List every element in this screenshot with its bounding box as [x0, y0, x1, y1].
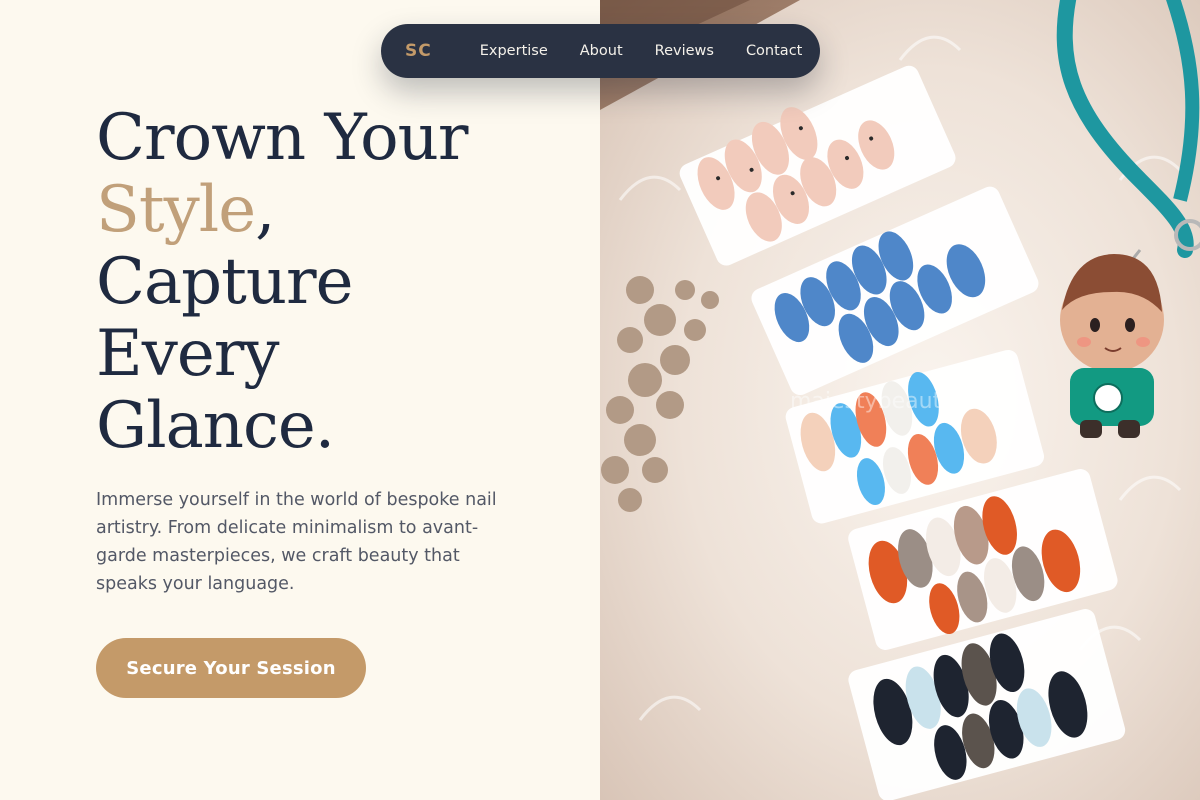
image-watermark: majestybeauty — [790, 389, 954, 414]
hero-headline: Crown Your Style, Capture Every Glance. — [96, 102, 576, 462]
hero-lead-paragraph: Immerse yourself in the world of bespoke… — [96, 490, 497, 594]
secure-session-button[interactable]: Secure Your Session — [96, 638, 366, 698]
nav-link-contact[interactable]: Contact — [746, 43, 802, 59]
keychain-figure — [1060, 249, 1164, 438]
top-navigation: SC Expertise About Reviews Contact — [381, 24, 820, 78]
hero-image: majestybeauty — [600, 0, 1200, 800]
headline-comma: , — [255, 173, 275, 247]
headline-line-5: Glance. — [96, 389, 335, 463]
headline-line-1: Crown Your — [96, 101, 468, 175]
brand-logo[interactable]: SC — [405, 41, 432, 61]
nail-photo-illustration: majestybeauty — [600, 0, 1200, 800]
hero-left-panel: Crown Your Style, Capture Every Glance. … — [0, 0, 600, 800]
headline-accent-word: Style — [96, 173, 256, 247]
headline-line-4: Every — [96, 317, 279, 391]
nav-link-reviews[interactable]: Reviews — [655, 43, 714, 59]
headline-line-3: Capture — [96, 245, 353, 319]
nav-link-expertise[interactable]: Expertise — [480, 43, 548, 59]
nav-link-about[interactable]: About — [580, 43, 623, 59]
